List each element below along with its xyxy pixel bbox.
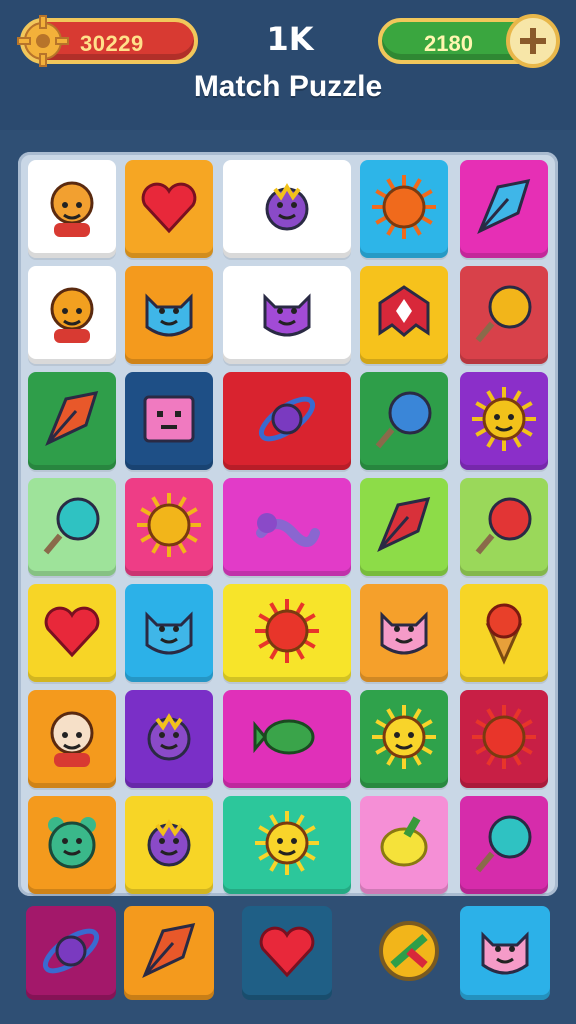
red-leaf-icon (368, 489, 440, 566)
board-tile[interactable] (125, 478, 213, 576)
tray-slot[interactable] (242, 906, 332, 1000)
board-tile[interactable] (125, 796, 213, 894)
purple-imp-icon (133, 701, 205, 778)
teal-pin-icon (36, 489, 108, 566)
board-tile[interactable] (460, 160, 548, 258)
tray-slot[interactable] (460, 906, 550, 1000)
board-tile[interactable] (223, 266, 351, 364)
coins-counter[interactable]: 30229 (17, 15, 198, 67)
tray-slot[interactable] (26, 906, 116, 1000)
board-tile[interactable] (460, 478, 548, 576)
green-fish-icon (251, 701, 323, 778)
board-tile[interactable] (223, 160, 351, 258)
planet-ring-icon (251, 383, 323, 460)
teal-racket-icon (468, 807, 540, 884)
purple-bear-icon (251, 171, 323, 248)
plus-icon (520, 28, 546, 54)
board-tile[interactable] (460, 796, 548, 894)
shuttlecock-icon (468, 171, 540, 248)
board-tile[interactable] (28, 796, 116, 894)
red-pin-icon (468, 489, 540, 566)
lollipop-icon (468, 277, 540, 354)
heart-icon (133, 171, 205, 248)
leaf-shard-icon (133, 915, 205, 992)
game-board (18, 152, 558, 896)
board-tile[interactable] (360, 584, 448, 682)
sunflower-icon (133, 489, 205, 566)
board-tile[interactable] (28, 160, 116, 258)
board-tile[interactable] (460, 372, 548, 470)
board-tile[interactable] (460, 266, 548, 364)
board-tile[interactable] (460, 690, 548, 788)
board-tile[interactable] (360, 690, 448, 788)
gems-value: 2180 (424, 31, 473, 56)
yellow-sun-face-icon (368, 701, 440, 778)
pink-cat-icon (469, 915, 541, 992)
board-tile[interactable] (223, 478, 351, 576)
lemon-icon (368, 807, 440, 884)
worm-icon (251, 489, 323, 566)
board-tile[interactable] (360, 160, 448, 258)
board-tile[interactable] (223, 796, 351, 894)
board-tile[interactable] (223, 372, 351, 470)
purple-bird-icon (133, 807, 205, 884)
gear-icon (17, 15, 69, 67)
board-tile[interactable] (125, 690, 213, 788)
board-tile[interactable] (360, 478, 448, 576)
board-tile[interactable] (360, 372, 448, 470)
board-tile[interactable] (125, 266, 213, 364)
magnifier-icon (368, 383, 440, 460)
crown-gem-icon (368, 277, 440, 354)
board-tile[interactable] (460, 584, 548, 682)
ice-cream-icon (468, 595, 540, 672)
board-tile[interactable] (28, 372, 116, 470)
robot-block-icon (133, 383, 205, 460)
board-tile[interactable] (125, 584, 213, 682)
purple-cat-icon (251, 277, 323, 354)
board-tile[interactable] (125, 372, 213, 470)
planet-ring-icon (35, 915, 107, 992)
tray-slot[interactable] (364, 906, 454, 1000)
sun-icon (368, 171, 440, 248)
board-tile[interactable] (28, 690, 116, 788)
leaf-shard-icon (36, 383, 108, 460)
coins-value: 30229 (80, 31, 144, 56)
yellow-star-face-icon (251, 807, 323, 884)
heart-icon (251, 915, 323, 992)
pink-cat-icon (368, 595, 440, 672)
gold-star-face-icon (468, 383, 540, 460)
green-bear-icon (36, 807, 108, 884)
red-sun-icon (251, 595, 323, 672)
board-tile[interactable] (28, 584, 116, 682)
gems-counter[interactable]: 2180 (378, 14, 560, 68)
man-icon (36, 701, 108, 778)
blue-cat-face-icon (133, 595, 205, 672)
fruit-face-icon (36, 277, 108, 354)
board-tile[interactable] (28, 266, 116, 364)
add-gems-button[interactable] (506, 14, 560, 68)
page-title: Match Puzzle (193, 70, 383, 103)
game-logo: 1K (266, 20, 314, 58)
red-flower-icon (468, 701, 540, 778)
blue-cat-icon (133, 277, 205, 354)
heart-gem-icon (36, 595, 108, 672)
board-tile[interactable] (223, 690, 351, 788)
board-tile[interactable] (125, 160, 213, 258)
board-tile[interactable] (360, 796, 448, 894)
board-tile[interactable] (28, 478, 116, 576)
tray-slot[interactable] (124, 906, 214, 1000)
board-tile[interactable] (223, 584, 351, 682)
compass-icon (373, 915, 445, 992)
board-tile[interactable] (360, 266, 448, 364)
child-face-icon (36, 171, 108, 248)
